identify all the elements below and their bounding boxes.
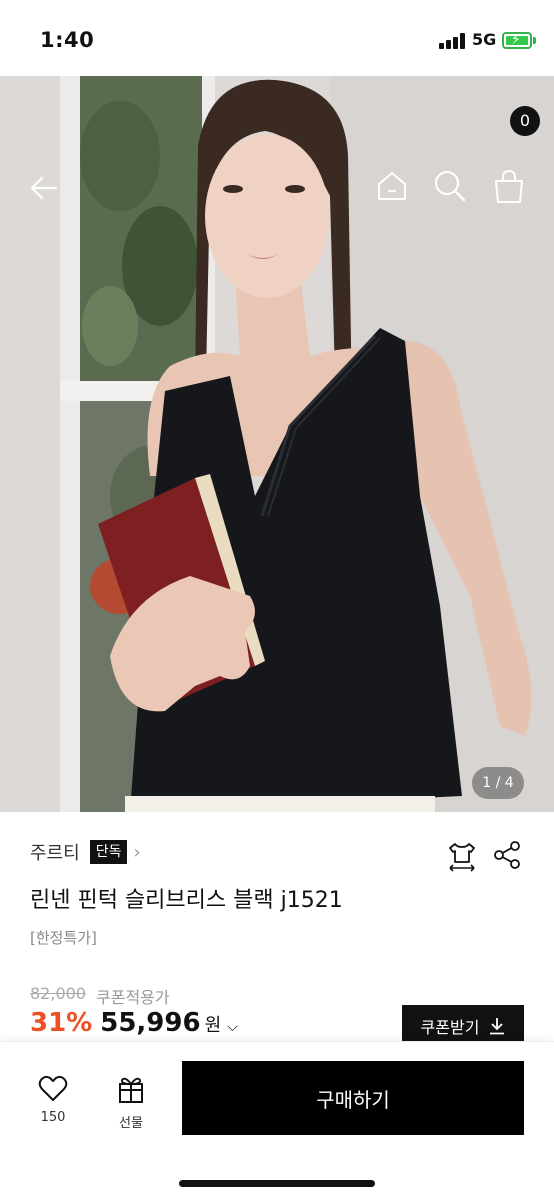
sale-price: 55,996 [100, 1008, 201, 1038]
signal-icon [439, 33, 465, 49]
product-tag: [한정특가] [30, 929, 97, 947]
chevron-down-icon[interactable]: ⌵ [227, 1019, 238, 1035]
status-time: 1:40 [40, 28, 95, 52]
original-price: 82,000 [30, 984, 86, 1003]
home-icon[interactable] [375, 169, 409, 203]
status-bar: 1:40 5G ⚡ [0, 0, 554, 76]
gift-button[interactable]: 선물 [106, 1074, 156, 1131]
product-name: 린넨 핀턱 슬리브리스 블랙 j1521 [30, 888, 343, 913]
like-count: 150 [40, 1110, 66, 1125]
search-icon[interactable] [433, 169, 467, 203]
coupon-price-label: 쿠폰적용가 [96, 988, 170, 1007]
coupon-button-label: 쿠폰받기 [420, 1018, 480, 1037]
like-button[interactable]: 150 [28, 1074, 78, 1125]
brand-link[interactable]: 주르티 단독 › [30, 838, 141, 866]
shopping-bag-icon[interactable] [492, 169, 526, 205]
download-icon [490, 1018, 505, 1035]
product-photo [0, 76, 554, 812]
cart-count-badge: 0 [510, 106, 540, 136]
product-image-carousel[interactable]: 0 1 / 4 [0, 76, 554, 812]
chevron-right-icon: › [133, 841, 141, 863]
charging-bolt-icon: ⚡ [511, 32, 521, 48]
share-icon[interactable] [492, 840, 522, 870]
exclusive-badge: 단독 [89, 840, 128, 864]
currency-label: 원 [204, 1015, 222, 1036]
arrow-left-icon[interactable] [28, 172, 60, 204]
image-counter: 1 / 4 [472, 767, 524, 799]
discount-rate: 31% [30, 1008, 93, 1038]
price-row[interactable]: 31% 55,996 원 ⌵ [30, 1008, 238, 1038]
gift-icon [119, 1077, 143, 1103]
network-label: 5G [472, 30, 497, 49]
gift-label: 선물 [119, 1116, 143, 1131]
buy-button[interactable]: 구매하기 [182, 1061, 524, 1135]
size-guide-icon[interactable] [446, 840, 478, 872]
heart-icon [38, 1075, 68, 1101]
home-indicator [179, 1180, 375, 1187]
brand-name: 주르티 [30, 843, 80, 864]
battery-tip [533, 37, 536, 44]
